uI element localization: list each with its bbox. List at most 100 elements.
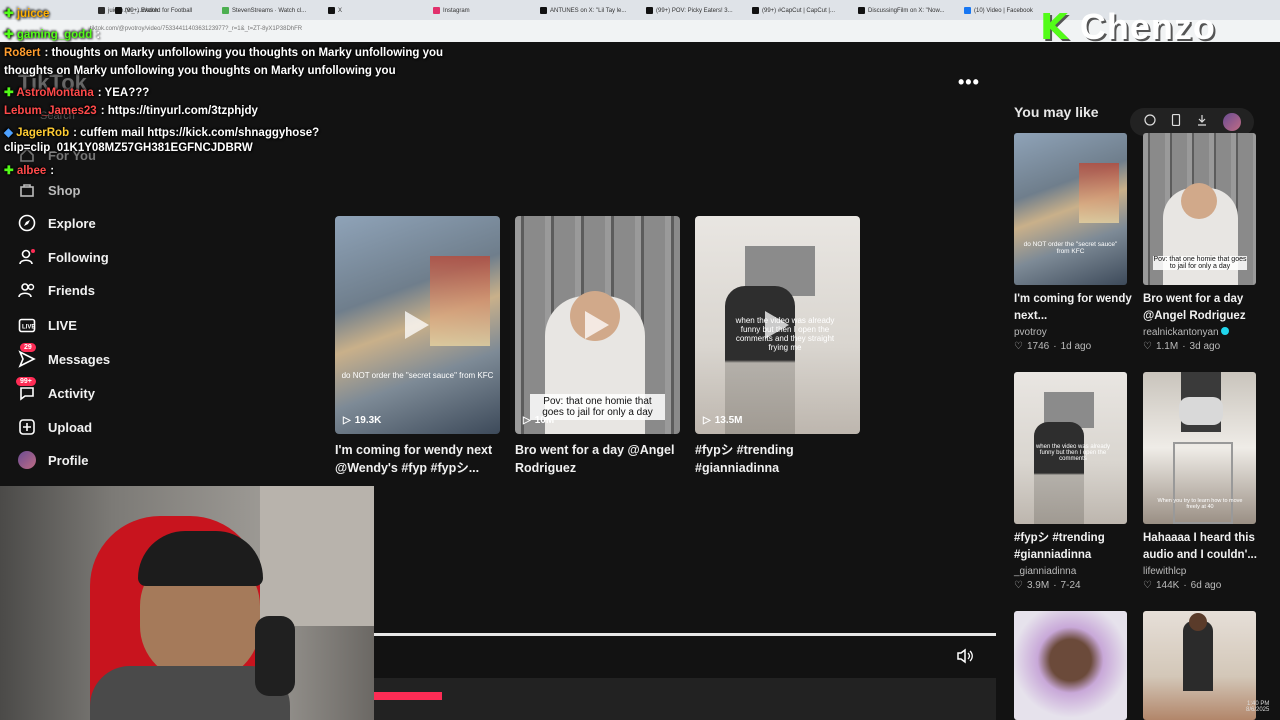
sidebar-item-shop[interactable]: Shop (18, 181, 81, 199)
sidebar-item-activity[interactable]: 99+ Activity (16, 377, 95, 402)
video-thumbnail[interactable]: do NOT order the "secret sauce" from KFC… (335, 216, 500, 434)
recommended-video[interactable]: do NOT order the "secret sauce" from KFC… (1014, 133, 1132, 352)
tab-label: ANTUNES on X: "Lil Tay le... (550, 7, 627, 14)
browser-tab[interactable]: (99+) #CapCut | CapCut |... (752, 3, 852, 18)
sidebar-item-following[interactable]: Following (18, 248, 109, 266)
chat-text: clip=clip_01K1Y08MZ57GH381EGFNCJDBRW (4, 142, 253, 154)
view-count-text: 13.5M (714, 415, 743, 426)
video-title[interactable]: Bro went for a day @Angel Rodriguez (515, 441, 685, 477)
chat-username: juicce (16, 8, 50, 20)
author-name[interactable]: _gianniadinna (1014, 566, 1127, 577)
browser-tab[interactable]: ANTUNES on X: "Lil Tay le... (540, 3, 640, 18)
video-thumbnail[interactable] (1014, 611, 1127, 720)
author-name[interactable]: realnickantonyan (1143, 327, 1256, 338)
browser-tab[interactable]: X (328, 3, 418, 18)
recommended-video[interactable] (1143, 611, 1256, 720)
chat-message: Ro8ert: thoughts on Marky unfollowing yo… (4, 47, 443, 59)
thumbnail-caption: when the video was already funny but the… (1035, 444, 1111, 462)
video-progress-bar[interactable] (374, 633, 996, 636)
sidebar-item-label: Profile (48, 452, 89, 468)
tab-favicon-icon (222, 7, 229, 14)
video-card[interactable]: do NOT order the "secret sauce" from KFC… (335, 216, 500, 477)
sidebar-item-label: Friends (48, 282, 95, 298)
streamer-logo: K Chenzo (1040, 6, 1216, 48)
volume-icon[interactable] (956, 648, 974, 669)
sidebar-item-friends[interactable]: Friends (18, 281, 95, 299)
chat-message: clip=clip_01K1Y08MZ57GH381EGFNCJDBRW (4, 142, 253, 154)
separator: · (1053, 580, 1057, 591)
following-icon (18, 248, 36, 266)
sidebar-item-label: Following (48, 249, 109, 265)
sidebar-item-messages[interactable]: 29 Messages (18, 343, 110, 368)
recommended-video[interactable]: When you try to learn how to move freely… (1143, 372, 1257, 591)
author-name[interactable]: pvotroy (1014, 327, 1127, 338)
sidebar-item-live[interactable]: LIVE LIVE (18, 316, 77, 334)
chat-username: gaming_godd (16, 29, 93, 41)
header-actions (1130, 108, 1254, 136)
video-title[interactable]: I'm coming for wendy next @Wendy's #fyp … (335, 441, 505, 477)
recommended-video[interactable]: Pov: that one homie that goes to jail fo… (1143, 133, 1256, 352)
video-thumbnail[interactable] (1143, 611, 1256, 720)
heart-icon: ♡ (1143, 580, 1152, 591)
compass-icon[interactable] (1143, 113, 1156, 131)
author-name[interactable]: lifewithlcp (1143, 566, 1256, 577)
browser-tab[interactable]: Instagram (433, 3, 533, 18)
facebook-icon (964, 7, 971, 14)
more-options-icon[interactable]: ••• (958, 72, 980, 93)
download-icon[interactable] (1196, 113, 1208, 131)
post-date: 6d ago (1190, 580, 1222, 591)
browser-tab[interactable]: StevenStreams · Watch cl... (222, 3, 322, 18)
phone-icon[interactable] (1171, 113, 1181, 131)
sidebar-item-upload[interactable]: Upload (18, 418, 92, 436)
chat-message: ✚ gaming_godd: (4, 27, 100, 41)
tab-label: (99+) POV: Picky Eaters! 3... (656, 7, 733, 14)
chat-text: thoughts on Marky unfollowing you though… (4, 65, 396, 77)
avatar (18, 451, 36, 469)
video-thumbnail[interactable]: do NOT order the "secret sauce" from KFC (1014, 133, 1127, 285)
video-thumbnail[interactable]: Pov: that one homie that goes to jail fo… (515, 216, 680, 434)
video-thumbnail[interactable]: When you try to learn how to move freely… (1143, 372, 1256, 524)
badge-icon: ✚ (4, 87, 14, 99)
separator: · (1183, 580, 1187, 591)
video-title[interactable]: Bro went for a day @Angel Rodriguez (1143, 291, 1263, 325)
video-stats: ♡ 1746 · 1d ago (1014, 341, 1127, 352)
like-count: 1746 (1026, 341, 1050, 352)
video-title[interactable]: #fypシ #trending #gianniadinna (1014, 530, 1134, 564)
video-card[interactable]: Pov: that one homie that goes to jail fo… (515, 216, 680, 477)
tab-label: (99+) Excited for Football (125, 7, 193, 14)
chat-text: : thoughts on Marky unfollowing you thou… (44, 47, 444, 59)
chat-message: ◆ JagerRob: cuffem mail https://kick.com… (4, 125, 319, 139)
accent-bar (374, 692, 442, 700)
video-thumbnail[interactable]: when the video was already funny but the… (1014, 372, 1127, 524)
recommended-video[interactable]: when the video was already funny but the… (1014, 372, 1127, 591)
svg-text:LIVE: LIVE (22, 325, 35, 331)
video-title[interactable]: I'm coming for wendy next... (1014, 291, 1134, 325)
sidebar-item-profile[interactable]: Profile (18, 451, 88, 469)
separator: · (1182, 341, 1186, 352)
browser-tab[interactable]: (99+) Excited for Football (115, 3, 215, 18)
video-title[interactable]: #fypシ #trending #gianniadinna (695, 441, 865, 477)
play-icon (405, 311, 429, 339)
recommended-video[interactable] (1014, 611, 1127, 720)
browser-tab[interactable]: (99+) POV: Picky Eaters! 3... (646, 3, 746, 18)
avatar[interactable] (1222, 113, 1241, 131)
video-thumbnail[interactable]: when the video was already funny but the… (695, 216, 860, 434)
play-small-icon: ▷ (703, 415, 711, 426)
sidebar-item-label: Upload (48, 419, 93, 435)
x-icon (858, 7, 865, 14)
chat-username: albee (16, 165, 47, 177)
browser-tab[interactable]: DiscussingFilm on X: "Now... (858, 3, 958, 18)
messages-badge: 29 (20, 343, 36, 352)
video-thumbnail[interactable]: Pov: that one homie that goes to jail fo… (1143, 133, 1256, 285)
badge-icon: ✚ (4, 8, 14, 20)
video-stats: ♡ 1.1M · 3d ago (1143, 341, 1256, 352)
video-card[interactable]: when the video was already funny but the… (695, 216, 860, 477)
like-count: 1.1M (1155, 341, 1179, 352)
sidebar-item-explore[interactable]: Explore (18, 214, 96, 232)
bottom-bar (374, 678, 996, 720)
video-title[interactable]: Hahaaaa I heard this audio and I couldn'… (1143, 530, 1263, 564)
x-icon (328, 7, 335, 14)
chat-message: ✚ juicce (4, 6, 53, 20)
post-date: 1d ago (1060, 341, 1092, 352)
video-stats: ♡ 144K · 6d ago (1143, 580, 1256, 591)
